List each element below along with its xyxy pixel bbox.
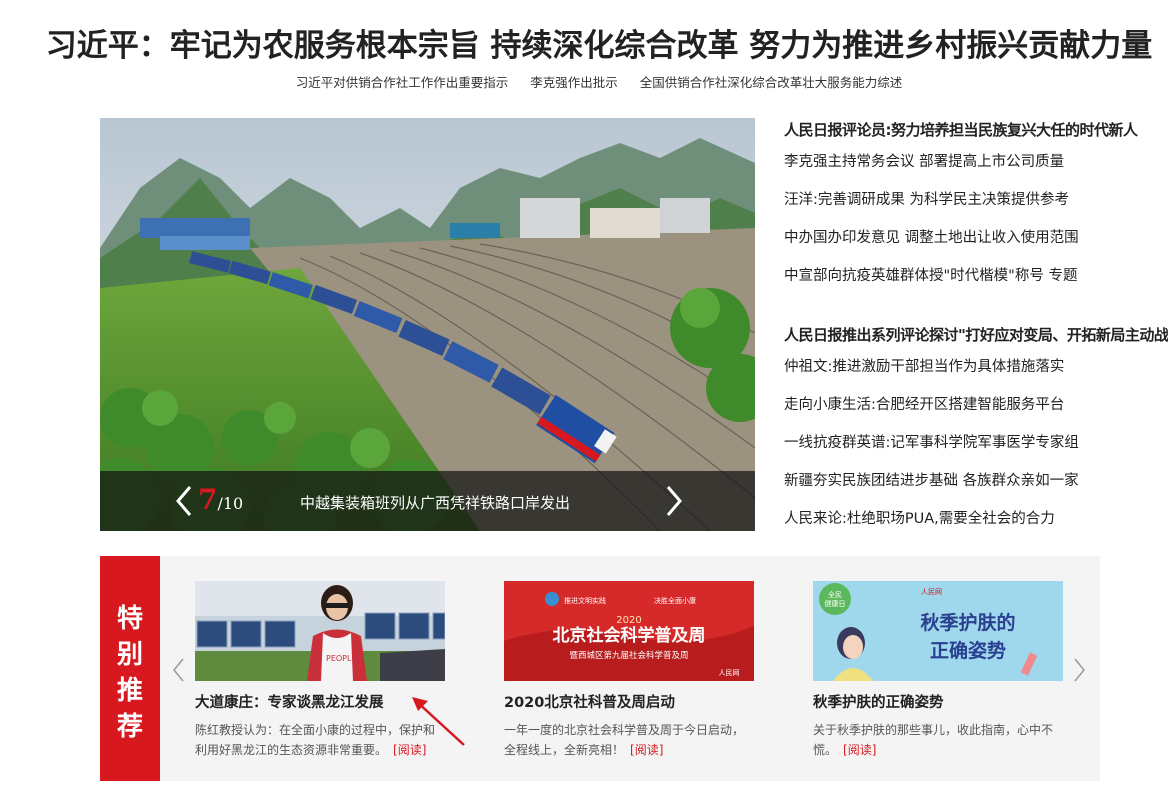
special-recommend-section: 特 别 推 荐 PEOPLE 大道康庄：专家谈黑龙江发展 陈红教授认为：在全面小…	[100, 556, 1100, 781]
news-item[interactable]: 中宣部向抗疫英雄群体授"时代楷模"称号 专题	[784, 257, 1114, 295]
pager-total: /10	[217, 494, 244, 513]
news-headline-2[interactable]: 人民日报推出系列评论探讨"打好应对变局、开拓新局主动战"	[784, 323, 1168, 348]
svg-text:正确姿势: 正确姿势	[930, 639, 1006, 662]
read-link[interactable]: [阅读]	[843, 743, 876, 757]
read-link[interactable]: [阅读]	[630, 743, 663, 757]
card-title[interactable]: 秋季护肤的正确姿势	[813, 691, 1063, 712]
tag-char: 特	[116, 604, 143, 634]
subnav-link-summary[interactable]: 全国供销合作社深化综合改革壮大服务能力综述	[640, 75, 903, 90]
svg-text:2020: 2020	[616, 615, 641, 626]
card-description: 关于秋季护肤的那些事儿，收此指南，心中不慌。 [阅读]	[813, 720, 1063, 760]
chevron-left-icon	[173, 658, 184, 682]
news-item[interactable]: 汪洋:完善调研成果 为科学民主决策提供参考	[784, 181, 1114, 219]
recommend-card[interactable]: 全民 健康日 人民网 秋季护肤的 正确姿势 秋季护肤的正确姿势 关于秋季护肤的那…	[813, 581, 1063, 760]
news-item[interactable]: 仲祖文:推进激励干部担当作为具体措施落实	[784, 348, 1114, 386]
card-desc-text: 一年一度的北京社会科学普及周于今日启动，全程线上，全新亮相！	[504, 723, 745, 757]
svg-text:决胜全面小康: 决胜全面小康	[654, 596, 696, 605]
svg-text:全民: 全民	[828, 590, 842, 599]
sub-headlines: 习近平对供销合作社工作作出重要指示 李克强作出批示 全国供销合作社深化综合改革壮…	[0, 72, 1168, 91]
carousel-prev-button[interactable]	[170, 483, 198, 519]
card-thumbnail-science-week[interactable]: 推进文明实践 决胜全面小康 2020 北京社会科学普及周 暨西城区第九届社会科学…	[504, 581, 754, 681]
news-item[interactable]: 李克强主持常务会议 部署提高上市公司质量	[784, 143, 1114, 181]
annotation-arrow-icon	[412, 697, 465, 746]
card-description: 陈红教授认为：在全面小康的过程中，保护和利用好黑龙江的生态资源非常重要。 [阅读]	[195, 720, 445, 760]
carousel-caption[interactable]: 中越集装箱班列从广西凭祥铁路口岸发出	[300, 492, 570, 513]
news-headline-1[interactable]: 人民日报评论员:努力培养担当民族复兴大任的时代新人	[784, 118, 1138, 143]
svg-text:北京社会科学普及周: 北京社会科学普及周	[553, 625, 706, 646]
carousel-next-button[interactable]	[660, 483, 688, 519]
subnav-link-instruction[interactable]: 习近平对供销合作社工作作出重要指示	[296, 75, 509, 90]
tag-char: 荐	[116, 712, 143, 742]
chevron-left-icon	[176, 486, 192, 516]
svg-text:秋季护肤的: 秋季护肤的	[920, 611, 1015, 634]
photo-carousel[interactable]: 7/10 中越集装箱班列从广西凭祥铁路口岸发出	[100, 118, 755, 531]
carousel-pager: 7/10	[198, 483, 243, 516]
tag-char: 别	[116, 640, 143, 670]
svg-text:推进文明实践: 推进文明实践	[564, 596, 606, 605]
svg-text:暨西城区第九届社会科学普及周: 暨西城区第九届社会科学普及周	[569, 650, 688, 661]
card-description: 一年一度的北京社会科学普及周于今日启动，全程线上，全新亮相！ [阅读]	[504, 720, 754, 760]
svg-text:人民网: 人民网	[719, 669, 740, 677]
thumbnail-image: 全民 健康日 人民网 秋季护肤的 正确姿势	[813, 581, 1063, 681]
recommend-card[interactable]: PEOPLE 大道康庄：专家谈黑龙江发展 陈红教授认为：在全面小康的过程中，保护…	[195, 581, 445, 760]
news-list: 人民日报评论员:努力培养担当民族复兴大任的时代新人 李克强主持常务会议 部署提高…	[784, 118, 1168, 538]
recommend-next-button[interactable]	[1072, 656, 1088, 684]
news-item[interactable]: 中办国办印发意见 调整土地出让收入使用范围	[784, 219, 1114, 257]
svg-text:健康日: 健康日	[825, 599, 846, 608]
carousel-caption-bar: 7/10 中越集装箱班列从广西凭祥铁路口岸发出	[100, 471, 755, 531]
carousel-photo-railway[interactable]	[100, 118, 755, 531]
pager-current: 7	[198, 483, 218, 516]
news-item[interactable]: 新疆夯实民族团结进步基础 各族群众亲如一家	[784, 462, 1114, 500]
main-headline[interactable]: 习近平：牢记为农服务根本宗旨 持续深化综合改革 努力为推进乡村振兴贡献力量	[0, 20, 1168, 65]
chevron-right-icon	[1074, 658, 1085, 682]
card-title[interactable]: 2020北京社科普及周启动	[504, 691, 754, 712]
news-item[interactable]: 人民来论:杜绝职场PUA,需要全社会的合力	[784, 500, 1114, 538]
thumbnail-image: 推进文明实践 决胜全面小康 2020 北京社会科学普及周 暨西城区第九届社会科学…	[504, 581, 754, 681]
recommend-card[interactable]: 推进文明实践 决胜全面小康 2020 北京社会科学普及周 暨西城区第九届社会科学…	[504, 581, 754, 760]
recommend-prev-button[interactable]	[170, 656, 186, 684]
shirt-text: PEOPLE	[326, 654, 357, 663]
special-recommend-tag: 特 别 推 荐	[100, 556, 160, 781]
card-thumbnail-solar[interactable]: PEOPLE	[195, 581, 445, 681]
svg-text:人民网: 人民网	[921, 588, 942, 596]
subnav-link-approval[interactable]: 李克强作出批示	[530, 75, 618, 90]
tag-char: 推	[116, 676, 143, 706]
news-item[interactable]: 走向小康生活:合肥经开区搭建智能服务平台	[784, 386, 1114, 424]
card-title[interactable]: 大道康庄：专家谈黑龙江发展	[195, 691, 445, 712]
thumbnail-image: PEOPLE	[195, 581, 445, 681]
card-thumbnail-skincare[interactable]: 全民 健康日 人民网 秋季护肤的 正确姿势	[813, 581, 1063, 681]
news-item[interactable]: 一线抗疫群英谱:记军事科学院军事医学专家组	[784, 424, 1114, 462]
chevron-right-icon	[666, 486, 682, 516]
